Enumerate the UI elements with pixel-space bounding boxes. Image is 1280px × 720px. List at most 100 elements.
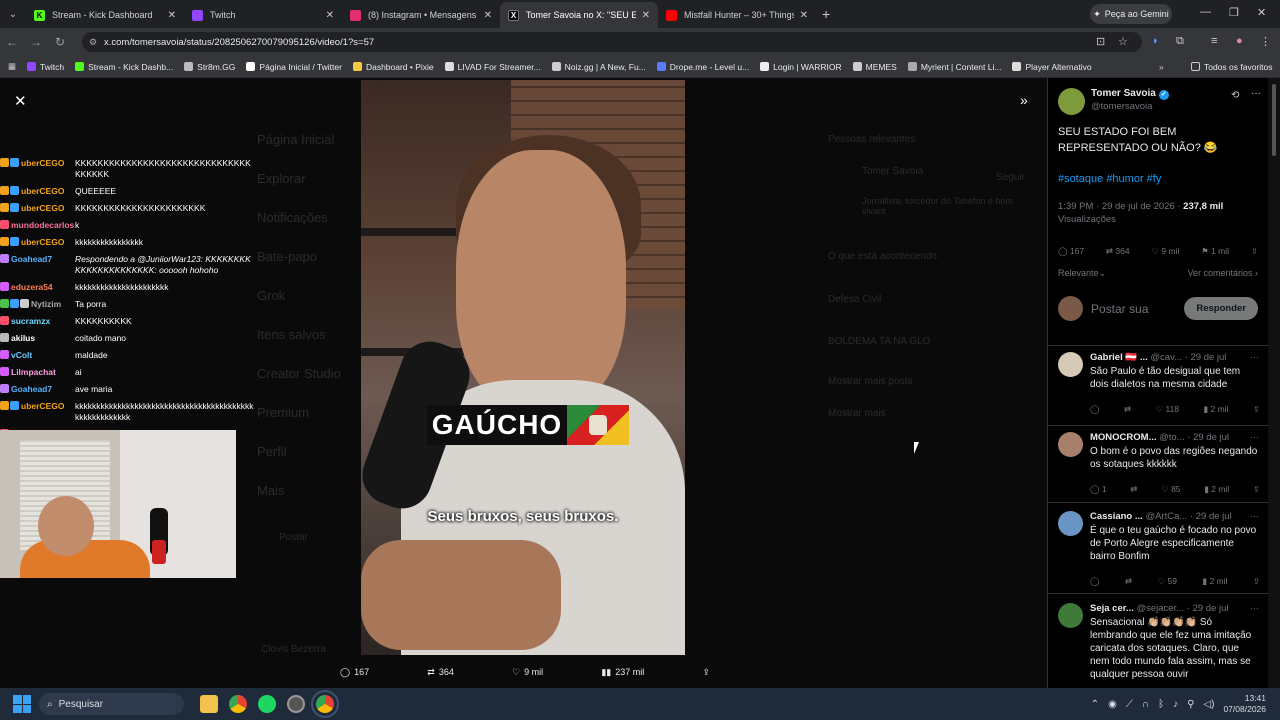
post-like-action[interactable]: ♡ 9 mil	[1151, 246, 1179, 257]
share-icon[interactable]: ⇪	[1253, 484, 1260, 495]
all-bookmarks-folder[interactable]: Todos os favoritos	[1191, 62, 1273, 72]
post-repost-action[interactable]: ⇄ 364	[1106, 246, 1130, 257]
bookmark-item[interactable]: Página Inicial / Twitter	[246, 62, 342, 72]
media-icon[interactable]: ≡	[1211, 35, 1217, 47]
page-scrollbar[interactable]	[1268, 78, 1280, 688]
author-avatar[interactable]	[1058, 88, 1085, 115]
close-media-icon[interactable]: ✕	[14, 92, 27, 110]
reply-author-name[interactable]: Seja cer...	[1090, 603, 1134, 614]
browser-tab[interactable]: (8) Instagram • Mensagens ✕	[342, 2, 500, 28]
reload-icon[interactable]: ↻	[48, 35, 72, 49]
microphone-icon[interactable]: ♪	[1173, 699, 1178, 710]
see-replies-link[interactable]: Ver comentários ›	[1187, 268, 1258, 279]
reply-more-icon[interactable]: ···	[1250, 352, 1259, 362]
extensions-puzzle-icon[interactable]: ⧉	[1176, 35, 1184, 48]
reply-like-action[interactable]: ♡ 118	[1155, 404, 1179, 415]
reply-input[interactable]: Postar sua	[1091, 302, 1184, 316]
site-info-icon[interactable]: ⚙	[89, 37, 97, 48]
reply-item[interactable]: Gabriel 🇦🇹 ... @cav... · 29 de jul ··· S…	[1058, 352, 1263, 432]
reply-item[interactable]: MONOCROM... @to... · 29 de jul ··· O bom…	[1058, 432, 1263, 512]
new-tab-button[interactable]: +	[822, 6, 830, 22]
chat-username[interactable]: Goahead7	[11, 384, 52, 395]
reply-reply-action[interactable]: ◯ 1	[1090, 484, 1107, 495]
extension-icon[interactable]: ◗	[1152, 35, 1159, 47]
browser-tab[interactable]: Twitch ✕	[184, 2, 342, 28]
reply-views-action[interactable]: ▮ 2 mil	[1204, 484, 1229, 495]
bookmark-item[interactable]: Dashboard • Pixie	[352, 62, 434, 72]
reply-avatar[interactable]	[1058, 352, 1083, 377]
bookmark-star-icon[interactable]: ☆	[1118, 35, 1128, 48]
close-window-icon[interactable]: ✕	[1257, 6, 1266, 19]
headset-icon[interactable]: ∩	[1142, 699, 1149, 710]
post-author[interactable]: Tomer Savoia ✓ @tomersavoia	[1058, 88, 1169, 115]
reply-like-action[interactable]: ♡ 85	[1161, 484, 1180, 495]
browser-tab[interactable]: K Stream - Kick Dashboard ✕	[26, 2, 184, 28]
maximize-icon[interactable]: ❐	[1229, 6, 1239, 19]
reply-author-name[interactable]: Cassiano ...	[1090, 511, 1143, 522]
address-bar[interactable]: ⚙ x.com/tomersavoia/status/2082506270079…	[82, 32, 1142, 52]
share-icon[interactable]: ⇪	[1253, 404, 1260, 415]
bookmark-item[interactable]: Str8m.GG	[184, 62, 235, 72]
chrome-icon[interactable]	[229, 695, 247, 713]
chat-username[interactable]: sucramzx	[11, 316, 50, 327]
reply-more-icon[interactable]: ···	[1250, 603, 1259, 613]
chat-username[interactable]: uberCEGO	[21, 186, 64, 197]
steam-icon[interactable]: ◉	[1108, 699, 1117, 710]
reply-item[interactable]: Seja cer... @sejacer... · 29 de jul ··· …	[1058, 603, 1263, 683]
reply-views-action[interactable]: ▮ 2 mil	[1203, 404, 1228, 415]
reply-item[interactable]: Cassiano ... @ArtCa... · 29 de jul ··· É…	[1058, 511, 1263, 591]
chat-username[interactable]: Nytizim	[31, 299, 61, 310]
forward-icon[interactable]: →	[24, 35, 48, 49]
chat-username[interactable]: Goahead7	[11, 254, 52, 265]
bookmark-item[interactable]: Twitch	[27, 62, 64, 72]
tab-close-icon[interactable]: ✕	[326, 10, 334, 21]
share-icon[interactable]: ⇪	[1253, 576, 1260, 587]
spotify-icon[interactable]	[258, 695, 276, 713]
reply-like-action[interactable]: ♡ 59	[1158, 576, 1177, 587]
chat-username[interactable]: akilus	[11, 333, 35, 344]
tab-close-icon[interactable]: ✕	[642, 10, 650, 21]
share-icon[interactable]: ⇪	[702, 664, 710, 680]
tab-close-icon[interactable]: ✕	[800, 10, 808, 21]
bookmark-item[interactable]: Login | WARRIOR	[760, 62, 842, 72]
tray-app-icon[interactable]: ⟋	[1126, 699, 1133, 710]
gemini-button[interactable]: ✦ Peça ao Gemini	[1090, 4, 1172, 24]
chat-username[interactable]: uberCEGO	[21, 203, 64, 214]
reply-action[interactable]: ◯ 167	[340, 664, 369, 680]
tab-search-icon[interactable]: ⌄	[0, 0, 26, 28]
back-icon[interactable]: ←	[0, 35, 24, 49]
tab-close-icon[interactable]: ✕	[484, 10, 492, 21]
speaker-icon[interactable]: ◁)	[1203, 699, 1214, 710]
chat-username[interactable]: vColt	[11, 350, 32, 361]
minimize-icon[interactable]: —	[1200, 6, 1211, 18]
reply-more-icon[interactable]: ···	[1250, 432, 1259, 442]
bookmark-item[interactable]: Stream - Kick Dashb...	[75, 62, 173, 72]
bookmark-item[interactable]: Player Alternativo	[1012, 62, 1092, 72]
install-icon[interactable]: ⊡	[1096, 35, 1105, 48]
reply-reply-action[interactable]: ◯	[1090, 404, 1100, 415]
bluetooth-icon[interactable]: ᛒ	[1158, 699, 1164, 710]
reply-reply-action[interactable]: ◯	[1090, 576, 1100, 587]
profile-avatar[interactable]: ●	[1236, 35, 1243, 47]
bookmark-item[interactable]: Myrient | Content Li...	[907, 62, 1001, 72]
expand-sidebar-icon[interactable]: »	[1020, 92, 1028, 108]
reply-avatar[interactable]	[1058, 511, 1083, 536]
reply-button[interactable]: Responder	[1184, 297, 1258, 320]
repost-action[interactable]: ⇄ 364	[427, 664, 454, 680]
chat-username[interactable]: uberCEGO	[21, 158, 64, 169]
chat-username[interactable]: Lilmpachat	[11, 367, 56, 378]
reply-author-name[interactable]: Gabriel 🇦🇹 ...	[1090, 352, 1148, 363]
tray-expand-icon[interactable]: ⌃	[1091, 699, 1099, 710]
more-bookmarks-icon[interactable]: »	[1159, 62, 1164, 72]
chat-username[interactable]: uberCEGO	[21, 237, 64, 248]
repost-icon[interactable]: ⇄	[1130, 484, 1137, 495]
share-icon[interactable]: ⇪	[1251, 246, 1258, 257]
bookmark-item[interactable]: Noiz.gg | A New, Fu...	[551, 62, 646, 72]
sort-dropdown[interactable]: Relevante⌄	[1058, 268, 1106, 279]
repost-icon[interactable]: ⇄	[1124, 404, 1131, 415]
bookmark-item[interactable]: Drope.me - Level u...	[656, 62, 749, 72]
repost-icon[interactable]: ⇄	[1125, 576, 1132, 587]
chrome-active-icon[interactable]	[311, 690, 339, 718]
reply-avatar[interactable]	[1058, 432, 1083, 457]
scrollbar-thumb[interactable]	[1272, 84, 1276, 156]
